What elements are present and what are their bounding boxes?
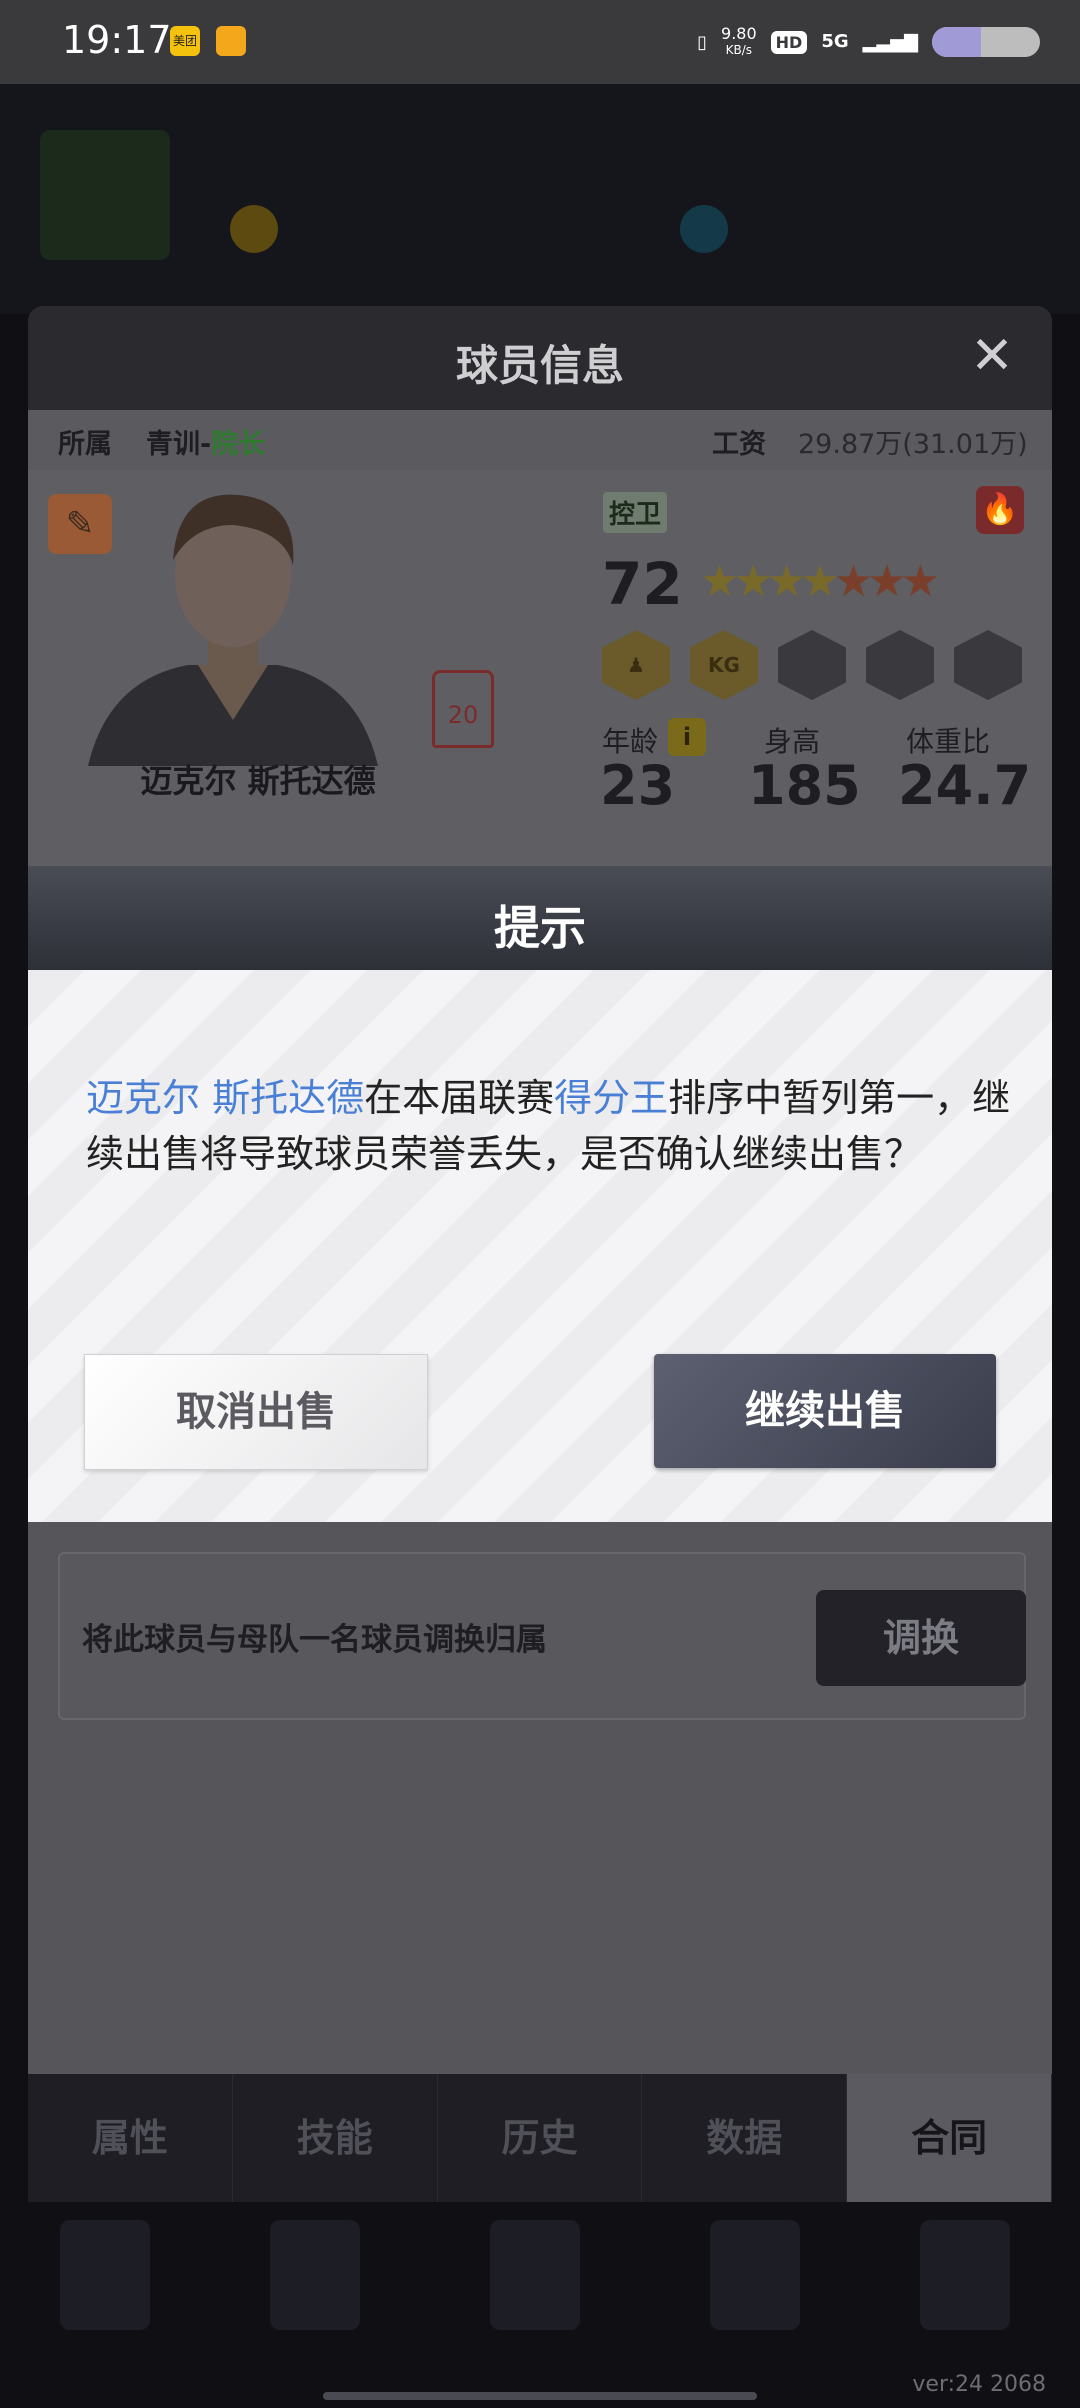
network-speed-unit: KB/s [725, 43, 753, 57]
info-strip: 所属 青训-院长 工资 29.87万(31.01万) [28, 410, 1052, 470]
battery-icon [932, 27, 1040, 57]
empty-badge-icon[interactable] [866, 630, 934, 700]
wage-label: 工资 [712, 429, 766, 460]
skill-badge-player-icon[interactable]: ♟ [602, 630, 670, 700]
dialog-title: 提示 [494, 901, 586, 955]
player-name: 迈克尔 斯托达德 [140, 762, 376, 800]
swap-description: 将此球员与母队一名球员调换归属 [82, 1622, 547, 1658]
meituan-app-icon: 美团 [170, 26, 200, 56]
mail-app-icon [216, 26, 246, 56]
tab-bar: 属性 技能 历史 数据 合同 [28, 2074, 1052, 2202]
belong-label: 所属 [58, 429, 112, 460]
red-stars: ★★★ [833, 556, 940, 607]
panel-title: 球员信息 [455, 341, 624, 390]
dialog-message: 迈克尔 斯托达德在本届联赛得分王排序中暂列第一，继续出售将导致球员荣誉丢失，是否… [86, 1070, 1016, 1182]
message-player-name: 迈克尔 斯托达德 [86, 1076, 365, 1120]
fire-icon[interactable]: 🔥 [976, 486, 1024, 534]
team-logo [40, 130, 170, 260]
message-award: 得分王 [554, 1076, 669, 1120]
belong-team: 青训- [146, 429, 212, 460]
info-icon[interactable]: i [668, 718, 706, 756]
empty-badge-icon[interactable] [954, 630, 1022, 700]
height-value: 185 [748, 754, 861, 817]
player-card: ✎ 20 迈克尔 斯托达德 控卫 🔥 72 ★★★★★★★ ♟ KG 年龄 i … [28, 470, 1052, 870]
wage-value: 29.87万(31.01万) [798, 429, 1028, 460]
vibrate-icon: ▯ [697, 31, 708, 53]
status-bar: 19:17 美团 ▯ 9.80 KB/s HD 5G ▂▃▅▇ [0, 0, 1080, 84]
network-type: 5G [821, 31, 849, 52]
signal-icon: ▂▃▅▇ [862, 31, 918, 53]
gem-icon [680, 205, 728, 253]
nav-icon-4 [710, 2220, 800, 2330]
nav-icon-2 [270, 2220, 360, 2330]
tab-history[interactable]: 历史 [438, 2074, 643, 2202]
home-indicator[interactable] [323, 2392, 757, 2400]
battery-level [932, 27, 981, 57]
dialog-body: 迈克尔 斯托达德在本届联赛得分王排序中暂列第一，继续出售将导致球员荣誉丢失，是否… [28, 970, 1052, 1522]
player-portrait [88, 494, 378, 766]
empty-badge-icon[interactable] [778, 630, 846, 700]
panel-header: 球员信息 ✕ [28, 306, 1052, 410]
tab-skills[interactable]: 技能 [233, 2074, 438, 2202]
tab-attributes[interactable]: 属性 [28, 2074, 233, 2202]
network-speed: 9.80 KB/s [721, 26, 757, 58]
status-right-group: ▯ 9.80 KB/s HD 5G ▂▃▅▇ [697, 20, 1040, 64]
nav-icon-3 [490, 2220, 580, 2330]
version-label: ver:24 2068 [912, 2372, 1046, 2397]
nav-icon-5 [920, 2220, 1010, 2330]
swap-button[interactable]: 调换 [816, 1590, 1026, 1686]
tab-stats[interactable]: 数据 [642, 2074, 848, 2202]
coin-icon [230, 205, 278, 253]
swap-section: 将此球员与母队一名球员调换归属 调换 [58, 1552, 1026, 1720]
message-text-1: 在本届联赛 [364, 1076, 555, 1120]
continue-sale-button[interactable]: 继续出售 [654, 1354, 996, 1468]
close-icon[interactable]: ✕ [960, 324, 1024, 388]
gold-stars: ★★★★ [700, 556, 840, 607]
status-time: 19:17 [62, 18, 172, 62]
bmi-value: 24.7 [898, 754, 1032, 817]
age-value: 23 [600, 754, 676, 817]
tab-contract[interactable]: 合同 [847, 2074, 1052, 2202]
player-rating: 72 [602, 550, 683, 618]
dialog-header: 提示 [28, 866, 1052, 970]
cancel-sale-button[interactable]: 取消出售 [84, 1354, 428, 1470]
star-rating: ★★★★★★★ [700, 556, 940, 607]
network-speed-value: 9.80 [721, 24, 757, 43]
belong-value: 青训-院长 [146, 422, 265, 461]
nav-icon-1 [60, 2220, 150, 2330]
jersey-icon: 20 [432, 670, 494, 748]
position-tag: 控卫 [603, 492, 668, 533]
hd-icon: HD [770, 30, 808, 54]
skill-badge-kg-icon[interactable]: KG [690, 630, 758, 700]
belong-role: 院长 [211, 429, 266, 460]
